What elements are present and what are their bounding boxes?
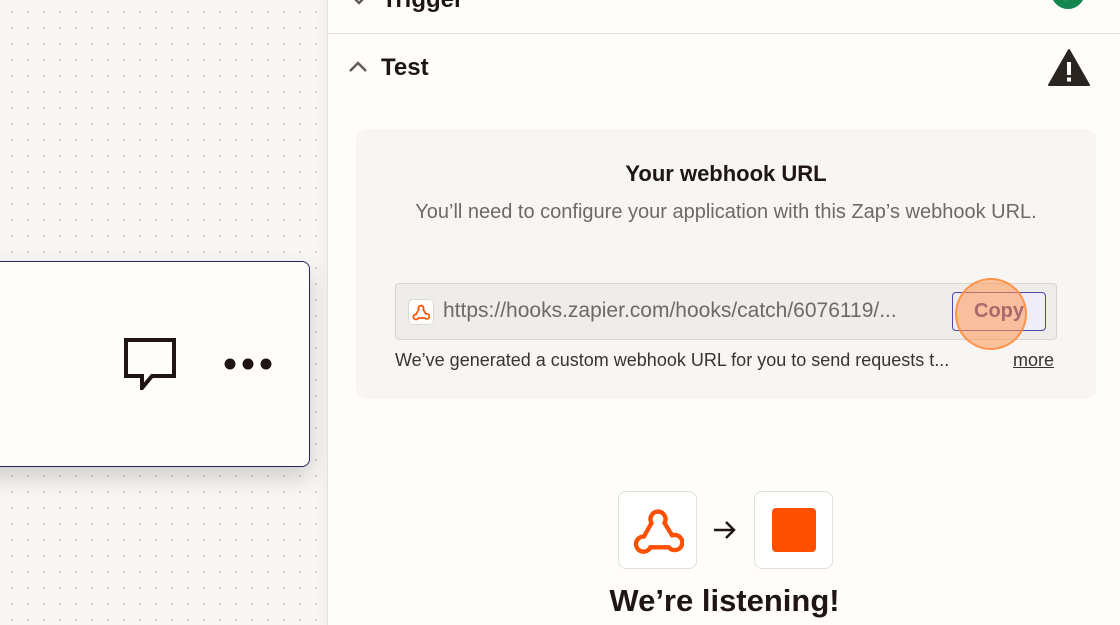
- webhook-url-note: We’ve generated a custom webhook URL for…: [395, 350, 950, 370]
- webhook-url-card: Your webhook URL You’ll need to configur…: [356, 129, 1096, 399]
- webhook-icon: [633, 509, 684, 554]
- webhook-url-description: You’ll need to configure your applicatio…: [415, 201, 1037, 223]
- test-section-header[interactable]: Test: [328, 34, 1120, 104]
- step-details-panel: Trigger Test Your webhook URL You’ll nee…: [327, 0, 1120, 625]
- webhook-url-field[interactable]: https://hooks.zapier.com/hooks/catch/607…: [395, 283, 1057, 340]
- arrow-right-icon: [714, 521, 736, 539]
- listening-status: We’re listening!: [328, 490, 1120, 625]
- check-circle-icon: [1053, 0, 1083, 9]
- zapier-square-icon: [771, 508, 816, 552]
- trigger-section-label: Trigger: [382, 0, 463, 14]
- listening-message: We’re listening!: [609, 583, 840, 618]
- zap-editor-canvas[interactable]: [0, 0, 327, 625]
- webhook-url-title: Your webhook URL: [625, 161, 827, 186]
- test-section-label: Test: [381, 54, 429, 81]
- webhook-app-icon: [408, 299, 434, 325]
- more-horizontal-icon[interactable]: [223, 356, 273, 372]
- zapier-app-tile: [754, 491, 833, 569]
- zap-step-card[interactable]: [0, 261, 310, 467]
- chevron-up-icon[interactable]: [348, 58, 368, 74]
- trigger-section-header[interactable]: Trigger: [328, 0, 1120, 34]
- comment-icon[interactable]: [124, 338, 178, 390]
- more-link[interactable]: more: [1013, 350, 1054, 371]
- webhook-url-value[interactable]: https://hooks.zapier.com/hooks/catch/607…: [443, 299, 943, 323]
- warning-icon: [1048, 49, 1090, 86]
- chevron-down-icon[interactable]: [350, 0, 368, 10]
- copy-button[interactable]: Copy: [952, 292, 1046, 331]
- webhook-icon: [412, 304, 430, 321]
- webhook-app-tile: [618, 491, 697, 569]
